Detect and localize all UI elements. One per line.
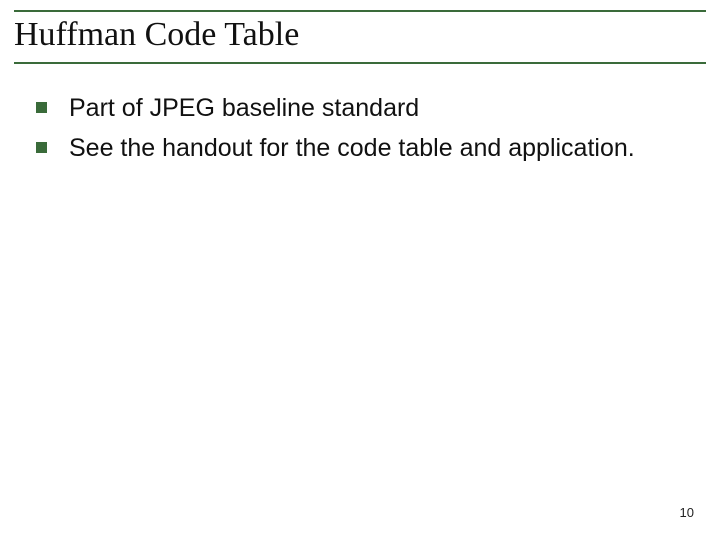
page-number: 10 [680, 505, 694, 520]
bullet-text: See the handout for the code table and a… [69, 132, 635, 164]
list-item: Part of JPEG baseline standard [36, 92, 684, 124]
bullet-text: Part of JPEG baseline standard [69, 92, 419, 124]
list-item: See the handout for the code table and a… [36, 132, 684, 164]
title-underline [14, 62, 706, 64]
slide: Huffman Code Table Part of JPEG baseline… [0, 0, 720, 540]
slide-title: Huffman Code Table [14, 14, 706, 60]
content-area: Part of JPEG baseline standard See the h… [36, 92, 684, 172]
title-block: Huffman Code Table [14, 14, 706, 64]
square-bullet-icon [36, 102, 47, 113]
top-rule [14, 10, 706, 12]
square-bullet-icon [36, 142, 47, 153]
